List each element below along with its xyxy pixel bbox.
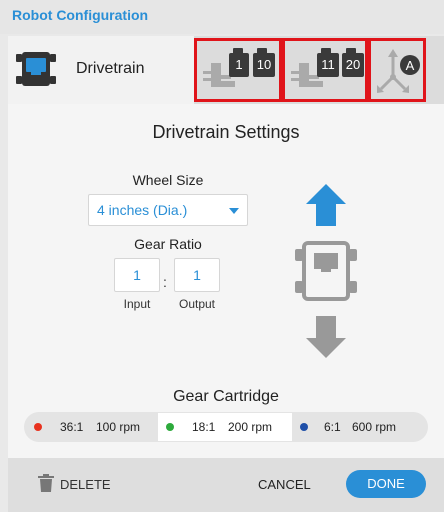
config-panel: Drivetrain 1 10 11 20 A Drivetrain Setti…	[8, 36, 444, 512]
drivetrain-tab-label: Drivetrain	[76, 60, 145, 77]
tab-gyro[interactable]: A	[368, 38, 426, 102]
cartridge-ratio: 18:1	[192, 420, 216, 434]
gyro-sensor-icon: A	[377, 49, 420, 93]
red-dot-icon	[34, 423, 42, 431]
output-label: Output	[178, 297, 216, 311]
cartridge-rpm: 200 rpm	[228, 420, 273, 434]
gear-cartridge-title: Gear Cartridge	[173, 388, 279, 405]
gear-cartridge-selector: 36:1 100 rpm 18:1 200 rpm 6:1 600 rpm	[24, 412, 428, 442]
cartridge-ratio: 36:1	[60, 420, 84, 434]
blue-dot-icon	[300, 423, 308, 431]
gear-ratio-input-field[interactable]: 1	[114, 258, 160, 292]
gear-ratio-output-field[interactable]: 1	[174, 258, 220, 292]
tab-right-motors[interactable]: 11 20	[282, 38, 368, 102]
cartridge-ratio: 6:1	[324, 420, 341, 434]
gear-ratio-label: Gear Ratio	[134, 236, 202, 252]
tab-left-motors[interactable]: 1 10	[194, 38, 282, 102]
drivetrain-brain-icon	[16, 52, 56, 86]
port-badge: 10	[253, 48, 275, 77]
cartridge-option-blue[interactable]: 6:1 600 rpm	[292, 412, 428, 442]
gear-ratio-separator: :	[163, 274, 167, 290]
cartridge-rpm: 100 rpm	[96, 420, 141, 434]
cartridge-option-red[interactable]: 36:1 100 rpm	[24, 412, 158, 442]
wheel-size-select[interactable]: 4 inches (Dia.)	[88, 194, 248, 226]
cartridge-rpm: 600 rpm	[352, 420, 397, 434]
gyro-port-badge: A	[406, 58, 415, 73]
port-badge: 1	[229, 48, 249, 77]
done-button[interactable]: DONE	[346, 470, 426, 498]
title-bar: Robot Configuration	[0, 0, 444, 34]
delete-button[interactable]: DELETE	[38, 472, 118, 498]
delete-label: DELETE	[60, 477, 111, 492]
input-label: Input	[123, 297, 151, 311]
green-dot-icon	[166, 423, 174, 431]
wheel-size-value: 4 inches (Dia.)	[97, 202, 188, 218]
arrow-up-icon	[306, 184, 346, 226]
window-title: Robot Configuration	[12, 7, 149, 23]
arrow-down-icon	[306, 316, 346, 358]
port-badge: 11	[317, 48, 339, 77]
settings-title: Drivetrain Settings	[152, 122, 300, 142]
wheel-size-label: Wheel Size	[132, 172, 204, 188]
cancel-button[interactable]: CANCEL	[258, 477, 311, 492]
trash-icon	[38, 474, 54, 492]
port-badge: 20	[342, 48, 364, 77]
device-tab-bar: Drivetrain 1 10 11 20 A	[8, 36, 444, 104]
cartridge-option-green[interactable]: 18:1 200 rpm	[158, 413, 292, 441]
robot-top-view-icon	[295, 241, 357, 301]
tab-drivetrain[interactable]: Drivetrain	[8, 36, 194, 104]
dialog-footer: DELETE CANCEL DONE	[8, 458, 444, 512]
chevron-down-icon	[229, 208, 239, 214]
